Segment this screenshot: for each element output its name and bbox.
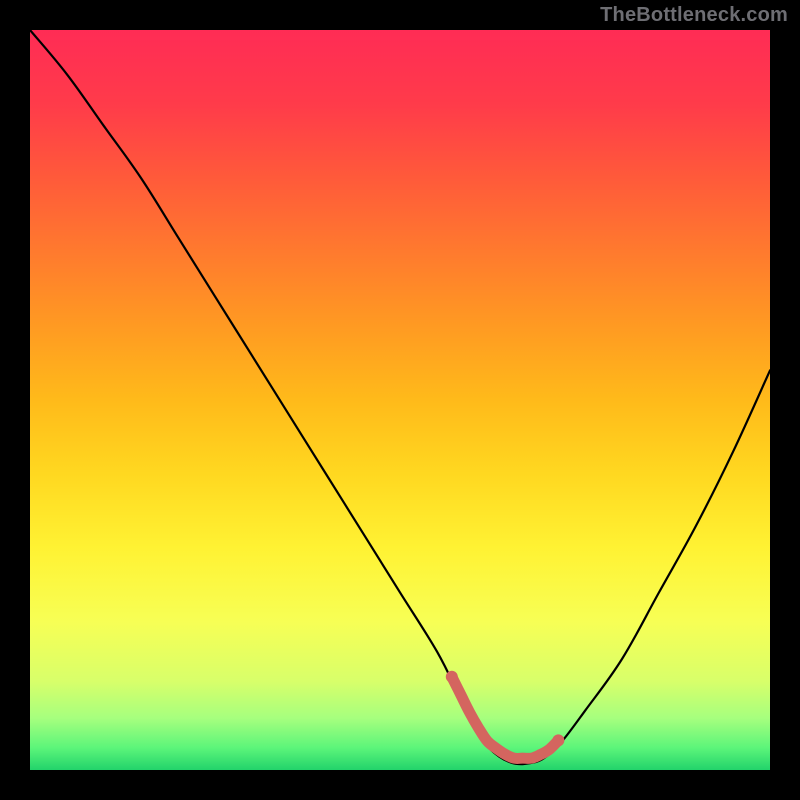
bottleneck-chart xyxy=(30,30,770,770)
optimal-zone-end-dot xyxy=(552,734,564,746)
gradient-background xyxy=(30,30,770,770)
watermark-text: TheBottleneck.com xyxy=(600,4,788,27)
chart-container: TheBottleneck.com xyxy=(0,0,800,800)
optimal-zone-start-dot xyxy=(446,671,458,683)
